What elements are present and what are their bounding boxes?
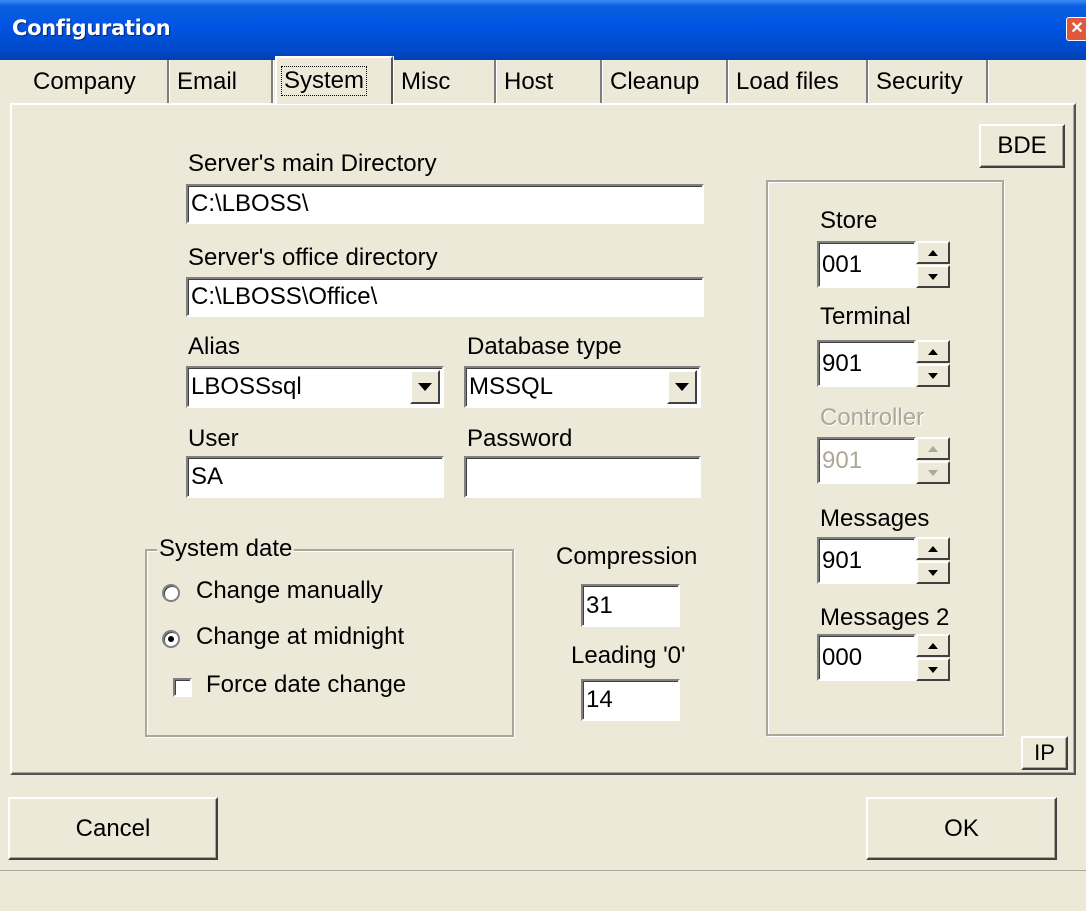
spin-up-button[interactable]: [916, 537, 950, 560]
messages-spinner[interactable]: [916, 537, 950, 584]
arrow-down-icon: [928, 469, 938, 476]
arrow-up-icon: [928, 348, 938, 355]
status-bar: [0, 870, 1086, 911]
server-main-directory-input[interactable]: C:\LBOSS\: [186, 184, 704, 224]
chevron-down-icon: [418, 383, 432, 391]
radio-selected-dot: [168, 636, 174, 642]
tab-email[interactable]: Email: [171, 60, 273, 104]
server-office-directory-input[interactable]: C:\LBOSS\Office\: [186, 277, 704, 317]
terminal-label: Terminal: [820, 303, 911, 330]
password-label: Password: [467, 425, 573, 452]
arrow-up-icon: [928, 642, 938, 649]
spin-up-button[interactable]: [916, 340, 950, 363]
close-icon: ✕: [1070, 20, 1084, 37]
controller-spinner: [916, 437, 950, 484]
close-button[interactable]: ✕: [1066, 17, 1086, 41]
ip-label: IP: [1034, 740, 1055, 765]
change-at-midnight-label[interactable]: Change at midnight: [196, 623, 404, 651]
database-type-dropdown-button[interactable]: [667, 370, 697, 404]
messages-input[interactable]: 901: [817, 537, 916, 584]
spin-down-button[interactable]: [916, 364, 950, 387]
system-date-title: System date: [157, 535, 295, 563]
spin-up-button: [916, 437, 950, 460]
arrow-down-icon: [928, 569, 938, 576]
alias-label: Alias: [188, 333, 241, 360]
tab-label: Email: [177, 68, 238, 95]
spin-down-button[interactable]: [916, 658, 950, 681]
cancel-label: Cancel: [75, 814, 151, 842]
change-manually-label[interactable]: Change manually: [196, 577, 383, 605]
database-type-value: MSSQL: [469, 373, 554, 400]
spin-down-button[interactable]: [916, 561, 950, 584]
compression-label: Compression: [556, 543, 698, 570]
arrow-down-icon: [928, 273, 938, 280]
chevron-down-icon: [675, 383, 689, 391]
tab-cleanup[interactable]: Cleanup: [604, 60, 728, 104]
tab-label: Company: [33, 68, 136, 95]
tab-label: Security: [876, 68, 963, 95]
controller-input: 901: [817, 437, 916, 484]
force-date-change-checkbox[interactable]: [173, 678, 192, 697]
window-title: Configuration: [12, 16, 171, 40]
spin-up-button[interactable]: [916, 241, 950, 264]
tab-label: Misc: [401, 68, 451, 95]
ip-button[interactable]: IP: [1021, 736, 1068, 770]
tab-label: System: [281, 66, 368, 96]
change-at-midnight-radio[interactable]: [162, 630, 180, 648]
messages-label: Messages: [820, 505, 930, 532]
ok-button[interactable]: OK: [866, 797, 1057, 860]
tab-misc[interactable]: Misc: [395, 60, 496, 104]
tab-security[interactable]: Security: [870, 60, 988, 104]
arrow-up-icon: [928, 445, 938, 452]
tab-company[interactable]: Company: [27, 60, 169, 104]
arrow-down-icon: [928, 666, 938, 673]
force-date-change-label[interactable]: Force date change: [206, 671, 406, 699]
spin-up-button[interactable]: [916, 634, 950, 657]
cancel-button[interactable]: Cancel: [8, 797, 218, 860]
tab-host[interactable]: Host: [498, 60, 602, 104]
compression-input[interactable]: 31: [581, 584, 680, 627]
arrow-up-icon: [928, 545, 938, 552]
spin-down-button[interactable]: [916, 265, 950, 288]
messages2-label: Messages 2: [820, 604, 950, 631]
spin-down-button: [916, 461, 950, 484]
database-type-select[interactable]: MSSQL: [464, 366, 701, 408]
database-type-label: Database type: [467, 333, 622, 360]
store-spinner[interactable]: [916, 241, 950, 288]
user-label: User: [188, 425, 239, 452]
bde-label: BDE: [997, 132, 1047, 159]
alias-value: LBOSSsql: [191, 373, 302, 400]
terminal-input[interactable]: 901: [817, 340, 916, 387]
server-office-directory-label: Server's office directory: [188, 244, 438, 271]
terminal-spinner[interactable]: [916, 340, 950, 387]
tab-label: Load files: [736, 68, 839, 95]
bde-button[interactable]: BDE: [979, 124, 1065, 168]
alias-dropdown-button[interactable]: [410, 370, 440, 404]
controller-label: Controller: [820, 404, 925, 431]
alias-select[interactable]: LBOSSsql: [186, 366, 444, 408]
store-label: Store: [820, 207, 878, 234]
tab-load-files[interactable]: Load files: [730, 60, 868, 104]
arrow-up-icon: [928, 249, 938, 256]
tab-system[interactable]: System: [275, 56, 393, 104]
server-main-directory-label: Server's main Directory: [188, 150, 437, 177]
tab-label: Cleanup: [610, 68, 700, 95]
ok-label: OK: [944, 814, 979, 842]
arrow-down-icon: [928, 372, 938, 379]
leading-zero-label: Leading '0': [571, 642, 686, 669]
password-input[interactable]: [464, 456, 701, 498]
change-manually-radio[interactable]: [162, 584, 180, 602]
title-bar: Configuration ✕: [0, 0, 1086, 60]
tab-label: Host: [504, 68, 554, 95]
messages2-input[interactable]: 000: [817, 634, 916, 681]
user-input[interactable]: SA: [186, 456, 444, 498]
messages2-spinner[interactable]: [916, 634, 950, 681]
leading-zero-input[interactable]: 14: [581, 679, 680, 721]
store-input[interactable]: 001: [817, 241, 916, 288]
